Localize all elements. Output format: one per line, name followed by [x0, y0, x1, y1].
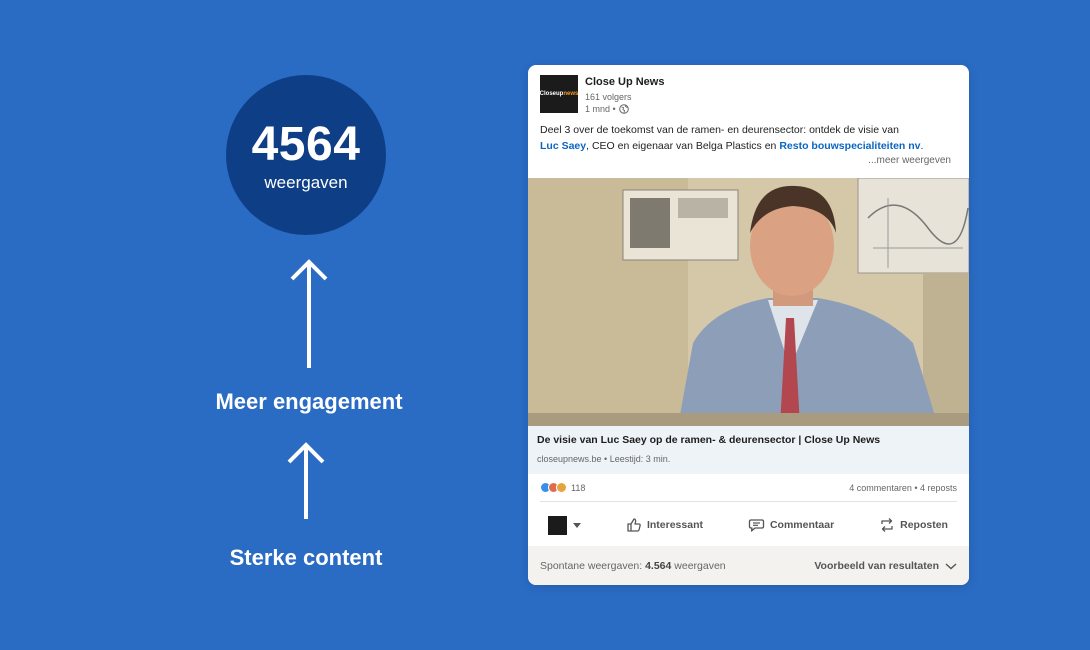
organic-views: Spontane weergaven: 4.564 weergaven: [540, 559, 726, 572]
divider: [540, 501, 957, 502]
actor-avatar: [548, 515, 567, 535]
post-actions: Interessant Commentaar Reposten: [548, 513, 948, 537]
step-label-engagement: Meer engagement: [215, 389, 403, 414]
post-image[interactable]: [528, 178, 969, 426]
link-preview[interactable]: De visie van Luc Saey op de ramen- & deu…: [528, 426, 969, 474]
preview-results-button[interactable]: Voorbeeld van resultaten: [814, 560, 957, 572]
chevron-down-icon: [573, 522, 581, 528]
globe-icon: [618, 104, 629, 114]
repost-button[interactable]: Reposten: [879, 517, 948, 533]
chevron-down-icon: [945, 562, 957, 569]
social-counts: 118 4 commentaren • 4 reposts: [540, 482, 957, 493]
post-analytics-footer: Spontane weergaven: 4.564 weergaven Voor…: [528, 546, 969, 585]
reaction-summary[interactable]: 118: [540, 482, 585, 493]
repost-icon: [881, 518, 893, 532]
post-header: Closeup news Close Up News 161 volgers 1 …: [540, 75, 664, 115]
insightful-reaction-icon: [556, 482, 567, 493]
company-logo[interactable]: Closeup news: [540, 75, 578, 113]
preview-title[interactable]: De visie van Luc Saey op de ramen- & deu…: [537, 434, 960, 446]
mention-resto[interactable]: Resto bouwspecialiteiten nv: [779, 140, 920, 152]
interesting-button[interactable]: Interessant: [626, 517, 703, 533]
arrow-up-icon: [290, 259, 328, 368]
mention-luc-saey[interactable]: Luc Saey: [540, 140, 586, 152]
comment-button[interactable]: Commentaar: [748, 518, 834, 533]
views-circle: 4564 weergaven: [226, 75, 386, 235]
company-name[interactable]: Close Up News: [585, 76, 664, 88]
arrow-up-icon: [287, 442, 325, 519]
see-more-link[interactable]: ...meer weergeven: [868, 155, 951, 166]
preview-meta: closeupnews.be • Leestijd: 3 min.: [537, 454, 671, 464]
reaction-count: 118: [571, 482, 586, 493]
actor-switcher[interactable]: [548, 515, 581, 535]
views-label: weergaven: [264, 173, 348, 192]
comments-reposts-count[interactable]: 4 commentaren • 4 reposts: [849, 483, 957, 493]
linkedin-post-card: Closeup news Close Up News 161 volgers 1 …: [528, 65, 969, 585]
thumbs-up-icon: [627, 518, 641, 532]
organic-views-value: 4.564: [645, 559, 672, 572]
post-time: 1 mnd •: [585, 104, 616, 114]
post-text: Deel 3 over de toekomst van de ramen- en…: [540, 124, 924, 152]
step-label-content: Sterke content: [229, 545, 383, 570]
followers-count: 161 volgers: [585, 92, 632, 102]
views-number: 4564: [251, 118, 361, 171]
comment-icon: [748, 518, 765, 532]
